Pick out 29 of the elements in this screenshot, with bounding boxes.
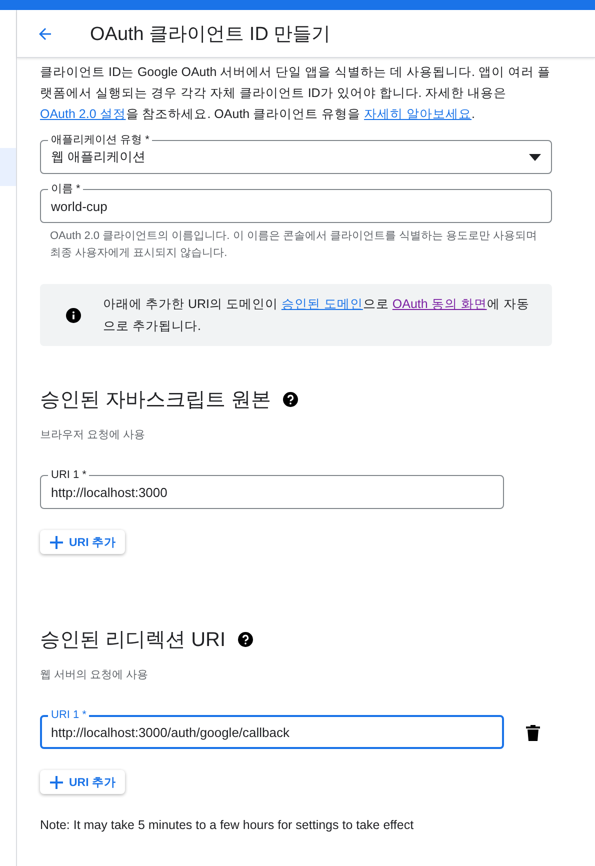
page-title: OAuth 클라이언트 ID 만들기 [90,22,331,46]
help-link[interactable]: OAuth 2.0 설정 [40,107,126,121]
field-label: 애플리케이션 유형 * [48,133,152,147]
helper-text: OAuth 2.0 클라이언트의 이름입니다. 이 이름은 콘솔에서 클라이언트를 식별하는 용도로만 사용되며 최종 사용자에게 표시되지 않습니다. [50,229,538,261]
sidebar-highlight [0,148,16,186]
help-icon[interactable] [238,632,253,647]
info-link[interactable]: 승인된 도메인 [281,297,363,311]
help-link[interactable]: 자세히 알아보세요 [364,107,472,121]
field-value: http://localhost:3000/auth/google/callback [51,724,291,740]
help-icon[interactable] [283,392,298,407]
section-title: 승인된 자바스크립트 원본 [40,388,272,413]
field-value: http://localhost:3000 [51,484,168,500]
info-text: 아래에 추가한 URI의 도메인이 승인된 도메인 으로 OAuth 동의 화면에 자동으로 추가됩니다. [103,296,530,335]
info-icon [66,308,81,322]
field-label: 이름 * [48,182,84,196]
section-subtitle: 브라우저 요청에 사용 [40,428,146,442]
info-link[interactable]: OAuth 동의 화면 [392,297,487,311]
field-value: world-cup [51,198,108,214]
section-subtitle: 웹 서버의 요청에 사용 [40,668,150,682]
dropdown-caret-icon [529,154,541,160]
add-uri-button[interactable]: URI 추가 [40,530,125,554]
field-value: 웹 애플리케이션 [51,148,147,166]
note-text: Note: It may take 5 minutes to a few hours for settings to take effect [40,818,415,832]
intro-paragraph: 클라이언트 ID는 Google OAuth 서버에서 단일 앱을 식별하는 데 사용됩니다. 앱이 여러 플랫폼에서 실행되는 경우 각각 자체 클라이언트 ID가 있어야 합니다. 자세한 내용은 OAuth 2.0 설정 을 참조하세요. OAuth 클라이언트 유형을 자세히 알아보세요. [40,64,552,123]
add-uri-button[interactable]: URI 추가 [40,770,125,794]
delete-icon[interactable] [526,724,540,740]
plus-icon [50,536,63,548]
plus-icon [50,776,63,788]
section-title: 승인된 리디렉션 URI [40,628,226,653]
